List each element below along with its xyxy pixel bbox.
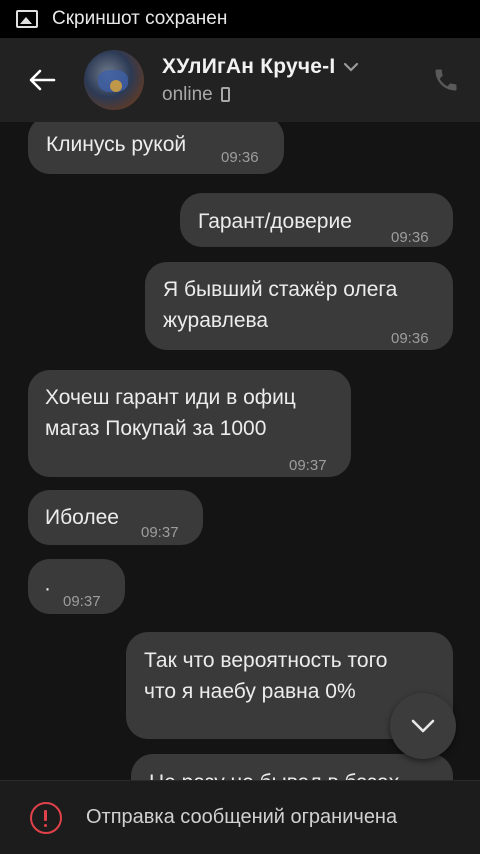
message-text-line: что я наебу равна 0% [144,680,356,703]
back-button[interactable] [0,38,84,122]
image-icon [16,10,38,28]
message-list[interactable]: Клинусь рукой 09:36 Гарант/доверие 09:36… [0,122,480,780]
avatar[interactable] [84,50,144,110]
phone-call-icon[interactable] [432,66,460,94]
message-text: Иболее [45,506,119,529]
message-outgoing[interactable]: Я бывший стажёр олега журавлева 09:36 [145,262,453,350]
scroll-to-bottom-button[interactable] [390,693,456,759]
message-text: Не разу не бывал в базах [149,767,399,780]
restriction-text: Отправка сообщений ограничена [86,806,398,828]
message-incoming[interactable]: Хочеш гарант иди в офиц магаз Покупай за… [28,370,351,477]
mobile-phone-icon [220,87,230,102]
message-incoming[interactable]: · 09:37 [28,559,125,614]
message-text-line: магаз Покупай за 1000 [45,417,267,440]
message-outgoing[interactable]: Не разу не бывал в базах [131,754,453,780]
message-text: Клинусь рукой [46,133,187,156]
status-bar: Скриншот сохранен [0,0,480,38]
alert-circle-icon [30,801,62,834]
message-time: 09:36 [391,330,429,347]
chat-header: ХУлИгАн Круче-I online [0,38,480,122]
message-outgoing[interactable]: Гарант/доверие 09:36 [180,193,453,247]
message-time: 09:37 [63,593,101,610]
contact-status: online [162,83,213,105]
message-time: 09:36 [221,149,259,166]
message-text-line: Так что вероятность того [144,649,388,672]
message-text: · [44,577,51,600]
message-text-line: Я бывший стажёр олега [163,278,398,301]
chevron-down-icon [344,62,359,72]
message-time: 09:36 [391,229,429,246]
message-text-line: журавлева [163,309,269,332]
message-time: 09:37 [289,457,327,474]
message-incoming[interactable]: Клинусь рукой 09:36 [28,122,284,174]
message-time: 09:37 [141,524,179,541]
message-text: Гарант/доверие [198,210,352,233]
chevron-down-icon [411,719,435,733]
restriction-bar: Отправка сообщений ограничена [0,780,480,854]
contact-name: ХУлИгАн Круче-I [162,54,336,78]
status-bar-text: Скриншот сохранен [52,8,228,29]
message-text-line: Хочеш гарант иди в офиц [45,386,296,409]
message-incoming[interactable]: Иболее 09:37 [28,490,203,545]
arrow-left-icon [29,69,56,91]
contact-info[interactable]: ХУлИгАн Круче-I online [162,55,361,106]
